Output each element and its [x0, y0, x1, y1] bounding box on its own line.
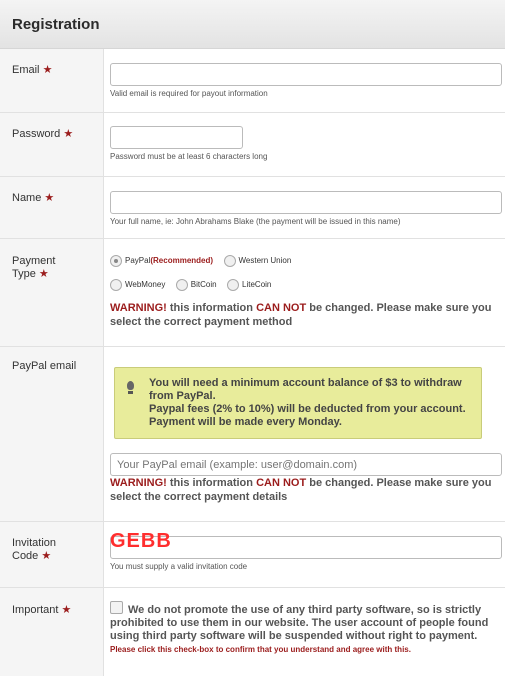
radio-litecoin[interactable]: LiteCoin	[227, 278, 271, 291]
required-star-icon: ★	[38, 268, 49, 280]
important-row: Important ★ We do not promote the use of…	[0, 588, 505, 676]
radio-button-icon[interactable]	[227, 278, 240, 291]
page-title: Registration	[12, 15, 100, 33]
radio-button-icon[interactable]	[175, 278, 188, 291]
paypal-email-row: PayPal email You will need a minimum acc…	[0, 347, 505, 522]
radio-button-icon[interactable]	[110, 278, 122, 291]
required-star-icon: ★	[44, 192, 55, 204]
name-field[interactable]	[110, 191, 502, 214]
radio-webmoney[interactable]: WebMoney	[110, 278, 165, 291]
confirm-text: Please click this check-box to confirm t…	[110, 645, 411, 654]
invitation-code-hint: You must supply a valid invitation code	[110, 562, 248, 571]
important-label: Important ★	[0, 588, 104, 676]
email-field[interactable]	[110, 63, 502, 86]
paypal-email-label: PayPal email	[0, 347, 104, 521]
password-field[interactable]	[110, 126, 243, 149]
overlay-text: GEBB	[110, 530, 172, 552]
payment-type-label: Payment Type ★	[0, 239, 104, 346]
lightbulb-icon	[127, 381, 134, 394]
invitation-code-label: Invitation Code ★	[0, 522, 104, 587]
radio-paypal[interactable]: PayPal(Recommended)	[110, 254, 214, 267]
invitation-code-row: Invitation Code ★ You must supply a vali…	[0, 522, 505, 588]
name-hint: Your full name, ie: John Abrahams Blake …	[110, 217, 401, 226]
email-row: Email ★ Valid email is required for payo…	[0, 49, 505, 113]
recommended-tag: (Recommended)	[150, 256, 214, 265]
payment-type-row: Payment Type ★ PayPal(Recommended) Weste…	[0, 239, 505, 347]
password-hint: Password must be at least 6 characters l…	[110, 152, 268, 161]
name-row: Name ★ Your full name, ie: John Abrahams…	[0, 177, 505, 239]
radio-button-icon[interactable]	[110, 254, 122, 267]
password-label: Password ★	[0, 113, 104, 176]
required-star-icon: ★	[61, 604, 72, 616]
password-row: Password ★ Password must be at least 6 c…	[0, 113, 505, 177]
radio-bitcoin[interactable]: BitCoin	[175, 278, 217, 291]
email-hint: Valid email is required for payout infor…	[110, 89, 268, 98]
required-star-icon: ★	[63, 128, 74, 140]
required-star-icon: ★	[42, 64, 53, 76]
registration-form: Registration Email ★ Valid email is requ…	[0, 0, 505, 676]
required-star-icon: ★	[41, 550, 52, 562]
payment-method-warning: WARNING! this information CAN NOT be cha…	[110, 302, 492, 328]
name-label: Name ★	[0, 177, 104, 238]
paypal-notice: You will need a minimum account balance …	[114, 367, 482, 439]
payment-details-warning: WARNING! this information CAN NOT be cha…	[110, 477, 492, 503]
agree-checkbox[interactable]	[110, 601, 123, 614]
form-header: Registration	[0, 0, 505, 49]
important-text: We do not promote the use of any third p…	[110, 601, 502, 656]
email-label: Email ★	[0, 49, 104, 112]
radio-button-icon[interactable]	[223, 254, 236, 267]
paypal-email-field[interactable]	[110, 453, 502, 476]
radio-western-union[interactable]: Western Union	[223, 254, 291, 267]
